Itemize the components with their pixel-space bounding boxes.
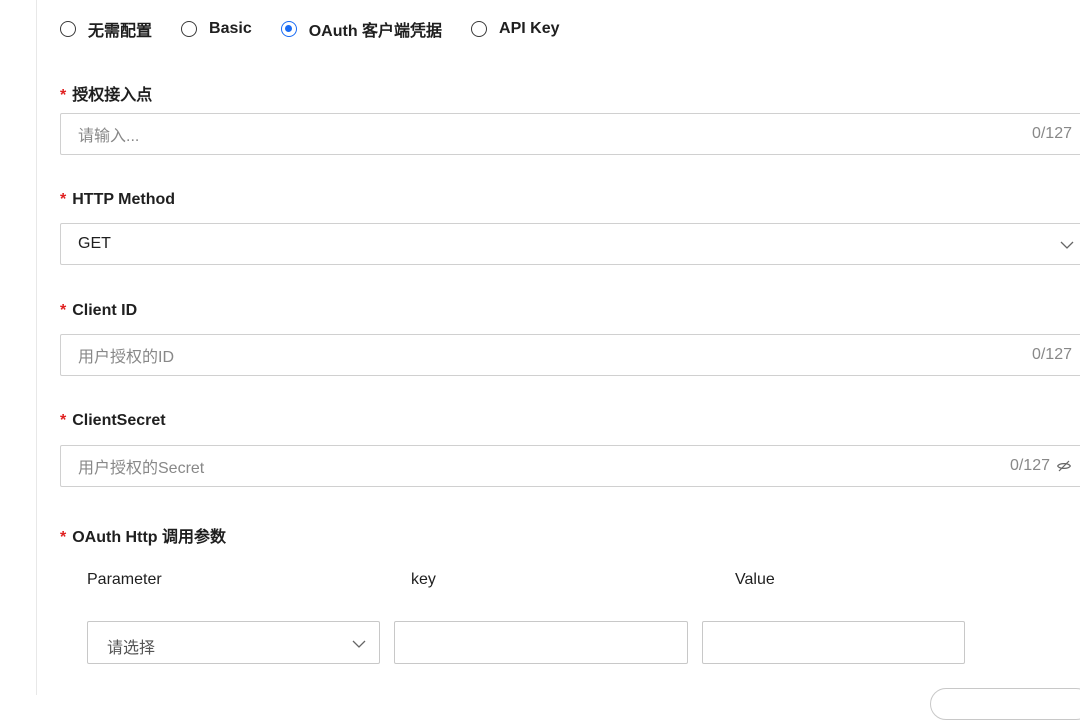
client-secret-label-text: ClientSecret	[72, 412, 166, 429]
radio-circle	[471, 21, 488, 37]
client-secret-input[interactable]: 用户授权的Secret 0/127	[60, 445, 1080, 487]
client-secret-label: * ClientSecret	[60, 412, 166, 430]
radio-label: OAuth 客户端凭据	[308, 23, 443, 40]
required-mark: *	[60, 412, 67, 429]
auth-endpoint-placeholder: 请输入...	[78, 128, 140, 145]
parameter-select-placeholder: 请选择	[107, 640, 156, 657]
char-counter: 0/127	[1009, 457, 1050, 474]
radio-label: 无需配置	[88, 23, 153, 40]
client-id-placeholder: 用户授权的ID	[78, 349, 175, 366]
char-counter-with-toggle: 0/127	[1010, 457, 1072, 475]
column-header-parameter: Parameter	[87, 571, 162, 588]
eye-off-icon[interactable]	[1056, 459, 1072, 473]
radio-basic[interactable]: Basic	[181, 20, 252, 38]
http-method-label: * HTTP Method	[60, 191, 175, 209]
client-id-input[interactable]: 用户授权的ID 0/127	[60, 334, 1080, 376]
param-key-input[interactable]	[394, 621, 688, 664]
required-mark: *	[60, 191, 67, 208]
oauth-params-label: * OAuth Http 调用参数	[60, 523, 226, 547]
http-method-select[interactable]: GET	[60, 223, 1080, 265]
radio-label: Basic	[209, 20, 252, 37]
required-mark: *	[60, 529, 67, 546]
client-id-label-text: Client ID	[72, 302, 138, 319]
auth-type-radio-group: 无需配置 Basic OAuth 客户端凭据 API Key	[60, 17, 589, 41]
client-id-label: * Client ID	[60, 302, 137, 320]
required-mark: *	[60, 302, 67, 319]
auth-endpoint-label: * 授权接入点	[60, 81, 152, 105]
http-method-label-text: HTTP Method	[72, 191, 176, 208]
radio-label: API Key	[499, 20, 560, 37]
radio-oauth-client-credentials[interactable]: OAuth 客户端凭据	[280, 17, 443, 41]
chevron-down-icon	[352, 640, 366, 648]
param-value-input[interactable]	[702, 621, 965, 664]
column-header-value: Value	[735, 571, 775, 588]
sidebar-divider	[36, 0, 37, 695]
char-counter: 0/127	[1031, 125, 1072, 142]
radio-circle	[60, 21, 76, 37]
auth-endpoint-label-text: 授权接入点	[72, 87, 153, 104]
partial-button[interactable]	[930, 688, 1080, 720]
required-mark: *	[60, 87, 67, 104]
auth-endpoint-input[interactable]: 请输入... 0/127	[60, 113, 1080, 155]
char-counter: 0/127	[1031, 346, 1072, 363]
client-secret-placeholder: 用户授权的Secret	[78, 460, 205, 477]
http-method-value: GET	[78, 235, 111, 252]
radio-circle-selected	[280, 21, 297, 37]
radio-circle	[181, 21, 198, 37]
column-header-key: key	[411, 571, 436, 588]
chevron-down-icon	[1060, 241, 1074, 249]
radio-no-config[interactable]: 无需配置	[60, 17, 152, 41]
radio-api-key[interactable]: API Key	[471, 20, 560, 38]
oauth-params-label-text: OAuth Http 调用参数	[72, 529, 226, 546]
parameter-select[interactable]: 请选择	[87, 621, 380, 664]
